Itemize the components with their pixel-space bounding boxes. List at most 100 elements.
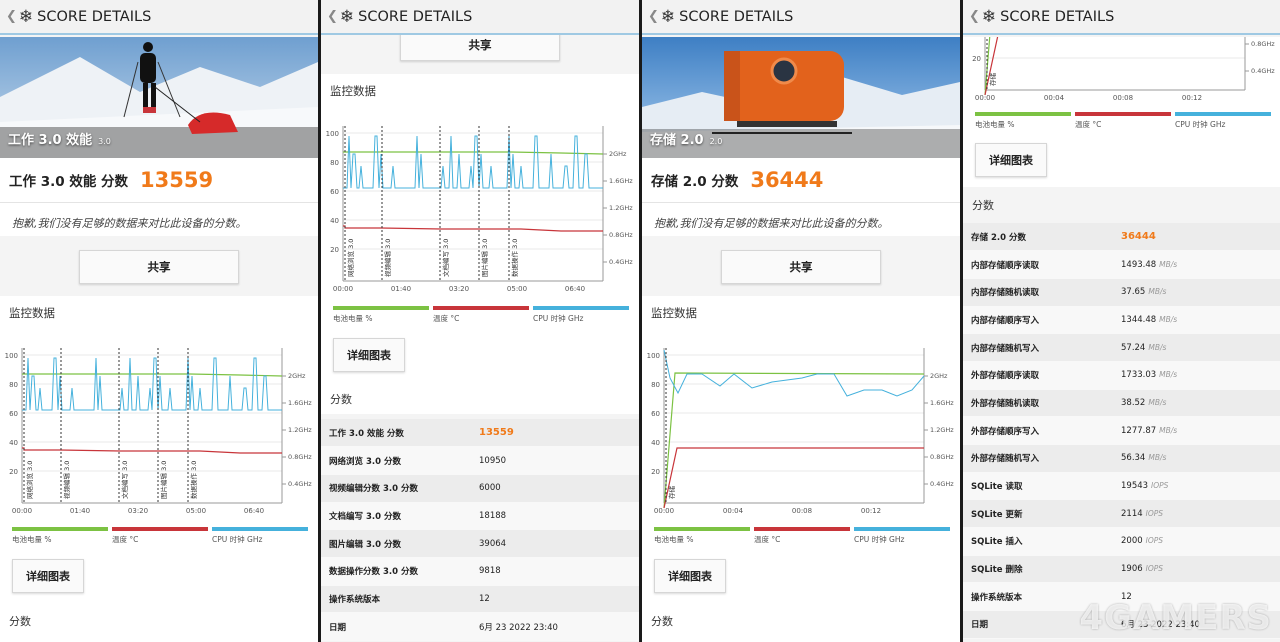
unit-label: IOPS xyxy=(1151,481,1169,491)
unit-label: MB/s xyxy=(1159,370,1178,380)
score-value-cell: 1906 IOPS xyxy=(1121,555,1280,584)
score-key: SQLite 插入 xyxy=(963,527,1121,556)
right-tick-label: 1.6GHz xyxy=(930,399,954,407)
back-chevron-icon[interactable]: ❮ xyxy=(327,9,338,24)
score-value-cell: 2114 IOPS xyxy=(1121,499,1280,529)
score-row: SQLite 插入 2000 IOPS xyxy=(963,527,1280,556)
score-value-cell: 1493.48 MB/s xyxy=(1121,250,1280,279)
score-value: 2114 xyxy=(1121,508,1143,519)
score-value: 1733.03 xyxy=(1121,370,1157,381)
score-key: SQLite 读取 xyxy=(963,472,1121,501)
legend-temperature: 温度 °C xyxy=(112,527,208,545)
chart-legend: 电池电量 % 温度 °C CPU 时钟 GHz xyxy=(654,527,950,545)
score-row: 文档编写 3.0 分数 18188 xyxy=(321,502,639,531)
score-card: 工作 3.0 效能 分数 13559 抱歉,我们没有足够的数据来对比此设备的分数… xyxy=(0,158,318,236)
monitor-chart-svg: 100 80 60 40 20 2GHz 1.6GHz 1.2GHz 0.8GHz 0.4GHz 0… xyxy=(326,126,633,293)
score-key: 外部存储随机读取 xyxy=(963,389,1121,418)
score-row: 存储 2.0 分数 36444 xyxy=(963,223,1280,252)
phase-marker-label: 存储 xyxy=(988,73,997,87)
x-tick-label: 06:40 xyxy=(244,507,264,515)
score-value: 12 xyxy=(479,593,490,604)
no-compare-message: 抱歉,我们没有足够的数据来对比此设备的分数。 xyxy=(642,202,960,236)
legend-temperature: 温度 °C xyxy=(1075,112,1171,130)
snowflake-logo-icon: ❄ xyxy=(339,6,355,27)
y-tick-label: 40 xyxy=(651,439,660,447)
phase-marker-label: 数据操作 3.0 xyxy=(189,461,198,499)
x-tick-label: 00:00 xyxy=(333,285,353,293)
score-value: 1906 xyxy=(1121,564,1143,575)
score-key: 工作 3.0 效能 分数 xyxy=(321,419,479,448)
legend-cpu: CPU 时钟 GHz xyxy=(533,306,629,324)
phase-marker-label: 视频编辑 3.0 xyxy=(383,239,392,277)
score-value: 13559 xyxy=(140,168,214,192)
score-key: 日期 xyxy=(321,612,479,641)
x-tick-label: 00:00 xyxy=(12,507,32,515)
right-tick-label: 0.8GHz xyxy=(288,453,312,461)
monitor-title: 监控数据 xyxy=(651,306,697,320)
score-value: 39064 xyxy=(479,538,507,549)
score-row: 存储 2.0 分数 36444 xyxy=(642,158,960,202)
detailed-chart-button[interactable]: 详细图表 xyxy=(12,559,84,593)
score-value-cell: 36444 xyxy=(1121,223,1280,252)
score-value: 1493.48 xyxy=(1121,259,1157,270)
score-value-cell: 19543 IOPS xyxy=(1121,472,1280,501)
score-card: 存储 2.0 分数 36444 抱歉,我们没有足够的数据来对比此设备的分数。 xyxy=(642,158,960,236)
score-value: 6月 23 2022 23:40 xyxy=(479,622,558,633)
x-tick-label: 00:00 xyxy=(654,507,674,515)
panel-work-details: ❮ ❄ SCORE DETAILS 共享 监控数据 100 80 60 40 20 2GH… xyxy=(321,0,639,642)
back-chevron-icon[interactable]: ❮ xyxy=(648,9,659,24)
x-tick-label: 05:00 xyxy=(186,507,206,515)
back-chevron-icon[interactable]: ❮ xyxy=(6,9,17,24)
score-value-cell: 12 xyxy=(479,585,639,614)
header-title: SCORE DETAILS xyxy=(358,8,473,25)
score-row: 日期 6月 23 2022 23:40 xyxy=(321,612,639,641)
x-tick-label: 05:00 xyxy=(507,285,527,293)
monitor-chart: 100 80 60 40 20 2GHz 1.6GHz 1.2GHz 0.8GHz 0.4GHz 0… xyxy=(642,338,960,520)
watermark-logo: 4GAMERS xyxy=(1079,598,1272,638)
monitor-title: 监控数据 xyxy=(330,84,376,98)
right-tick-label: 1.2GHz xyxy=(609,204,633,212)
score-key: 外部存储顺序写入 xyxy=(963,416,1121,445)
phase-marker-label: 图片编辑 3.0 xyxy=(480,239,489,277)
series-battery xyxy=(984,37,991,96)
scores-title: 分数 xyxy=(330,393,352,406)
y-tick-label: 20 xyxy=(972,55,981,63)
header-bar: ❮ ❄ SCORE DETAILS xyxy=(0,0,318,35)
share-button[interactable]: 共享 xyxy=(721,250,881,284)
unit-label: MB/s xyxy=(1148,342,1167,352)
y-tick-label: 60 xyxy=(9,410,18,418)
score-key: 操作系统版本 xyxy=(321,585,479,614)
x-tick-label: 01:40 xyxy=(391,285,411,293)
y-tick-label: 60 xyxy=(651,410,660,418)
score-key: 存储 2.0 分数 xyxy=(963,223,1121,252)
share-button[interactable]: 共享 xyxy=(79,250,239,284)
detailed-chart-button[interactable]: 详细图表 xyxy=(975,143,1047,177)
y-tick-label: 20 xyxy=(330,246,339,254)
score-value: 1344.48 xyxy=(1121,314,1157,325)
series-battery xyxy=(663,372,925,509)
score-row: 内部存储随机写入 57.24 MB/s xyxy=(963,333,1280,362)
panel-storage-details: ❮ ❄ SCORE DETAILS 100806040202GHz1.6GHz1… xyxy=(963,0,1280,642)
detailed-chart-button[interactable]: 详细图表 xyxy=(333,338,405,372)
score-row: 内部存储随机读取 37.65 MB/s xyxy=(963,278,1280,307)
unit-label: MB/s xyxy=(1159,314,1178,324)
score-row: 外部存储顺序写入 1277.87 MB/s xyxy=(963,416,1280,445)
y-tick-label: 100 xyxy=(326,130,339,138)
right-tick-label: 0.8GHz xyxy=(930,453,954,461)
unit-label: IOPS xyxy=(1145,564,1164,574)
banner-image: 存储 2.0 2.0 xyxy=(642,37,960,158)
y-tick-label: 100 xyxy=(5,352,18,360)
right-tick-label: 2GHz xyxy=(288,372,306,380)
unit-label: MB/s xyxy=(1159,425,1178,435)
score-value: 6000 xyxy=(479,483,501,494)
score-row: 数据操作分数 3.0 分数 9818 xyxy=(321,557,639,586)
back-chevron-icon[interactable]: ❮ xyxy=(969,9,980,24)
series-battery xyxy=(22,373,283,377)
detailed-chart-button[interactable]: 详细图表 xyxy=(654,559,726,593)
x-tick-label: 00:12 xyxy=(1182,94,1202,102)
x-tick-label: 03:20 xyxy=(449,285,469,293)
score-value-cell: 57.24 MB/s xyxy=(1121,333,1280,362)
score-row: 内部存储顺序写入 1344.48 MB/s xyxy=(963,306,1280,335)
x-tick-label: 00:08 xyxy=(1113,94,1133,102)
phase-marker-label: 网络浏览 3.0 xyxy=(25,461,34,499)
